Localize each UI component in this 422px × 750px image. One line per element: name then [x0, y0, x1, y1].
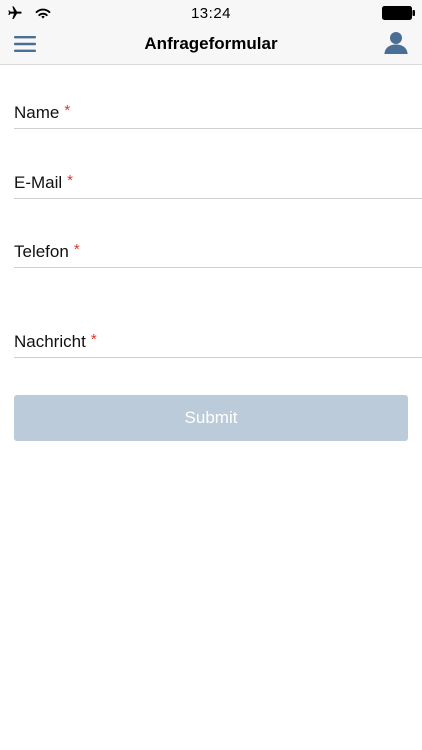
message-field-label: Nachricht * [14, 331, 97, 352]
name-field-label: Name * [14, 102, 70, 123]
email-label-text: E-Mail [14, 173, 63, 192]
navigation-bar: Anfrageformular [0, 26, 422, 65]
phone-field-label: Telefon * [14, 241, 80, 262]
app-screen: 13:24 Anfrageformular Name * E-Mail * Te… [0, 0, 422, 750]
phone-label-text: Telefon [14, 242, 69, 261]
user-profile-icon [384, 32, 408, 54]
name-field[interactable]: Name * [14, 98, 422, 129]
required-asterisk: * [73, 241, 80, 258]
battery-icon [382, 6, 415, 20]
submit-button[interactable]: Submit [14, 395, 408, 441]
page-title: Anfrageformular [144, 34, 278, 53]
required-asterisk: * [90, 331, 97, 348]
required-asterisk: * [67, 172, 74, 189]
name-label-text: Name [14, 103, 60, 122]
status-time: 13:24 [190, 5, 232, 22]
required-asterisk: * [64, 102, 71, 119]
phone-field[interactable]: Telefon * [14, 237, 422, 268]
profile-button[interactable] [382, 29, 410, 57]
message-field[interactable]: Nachricht * [14, 327, 422, 358]
email-field[interactable]: E-Mail * [14, 168, 422, 199]
status-bar: 13:24 [0, 0, 422, 26]
message-label-text: Nachricht [14, 332, 86, 351]
email-field-label: E-Mail * [14, 172, 73, 193]
